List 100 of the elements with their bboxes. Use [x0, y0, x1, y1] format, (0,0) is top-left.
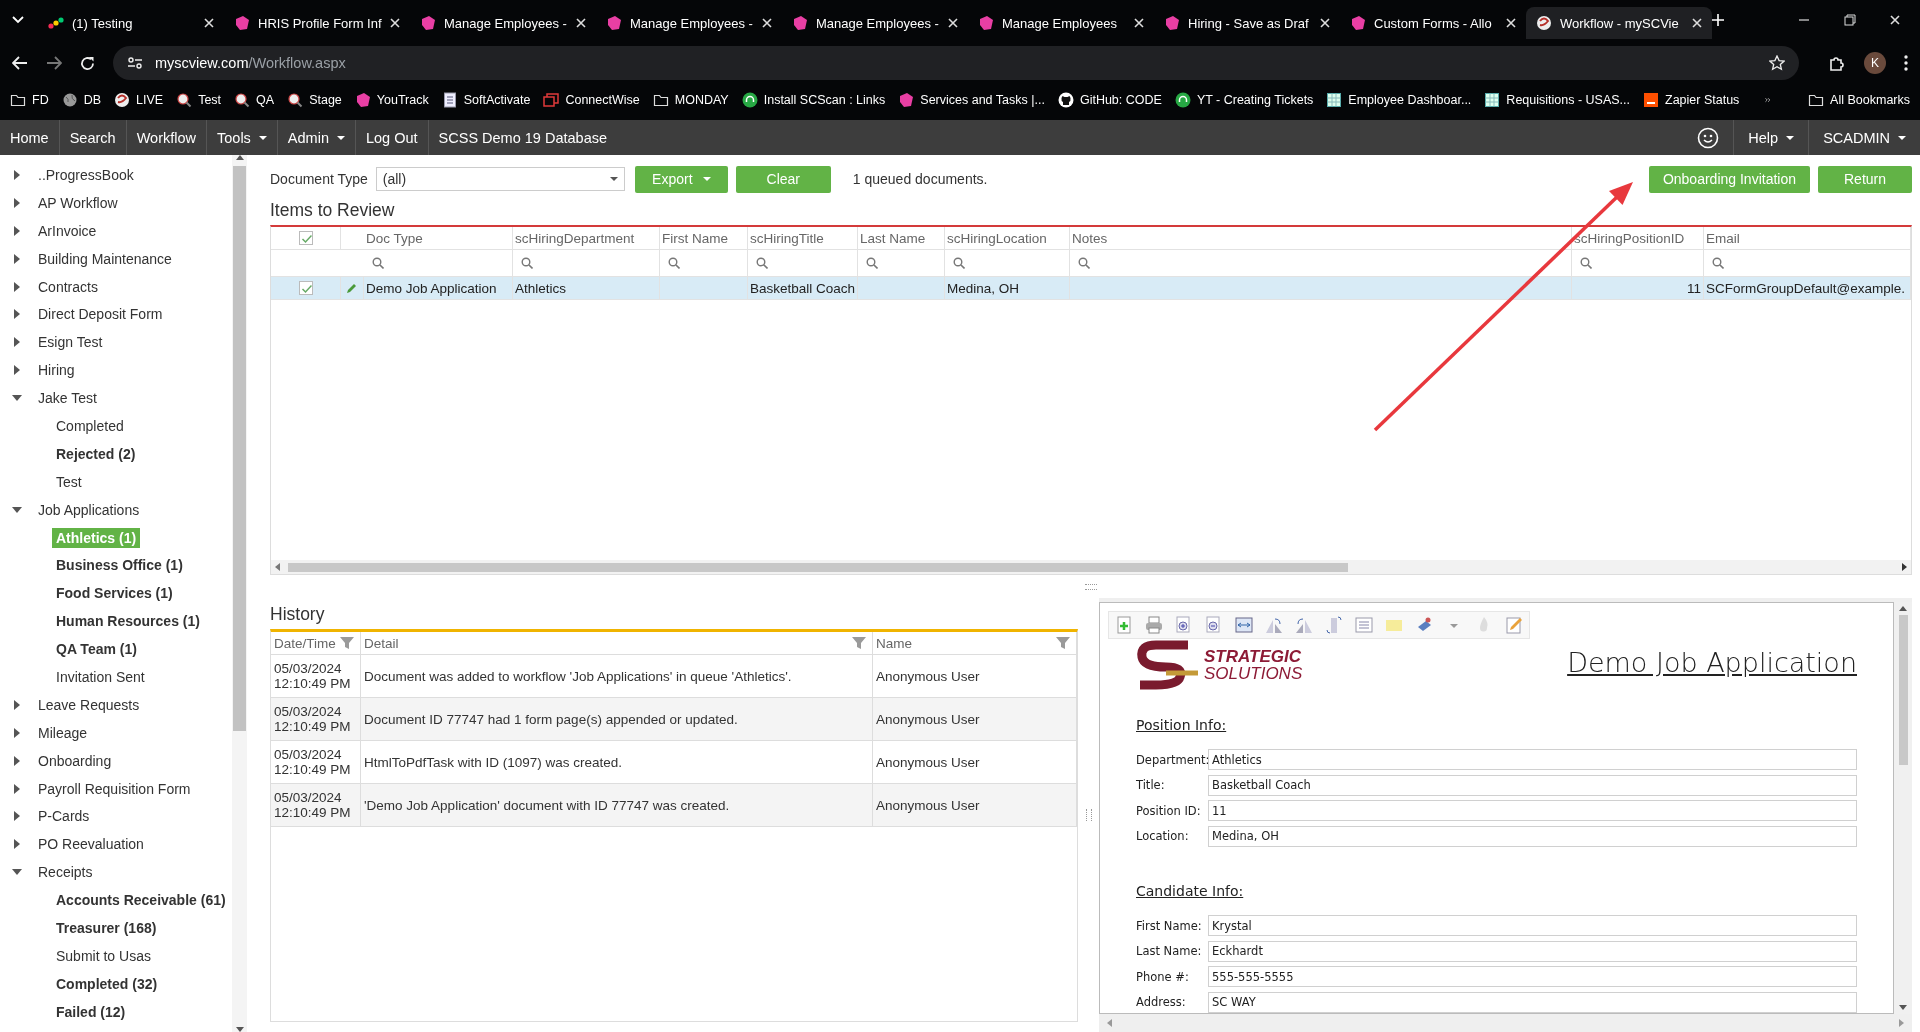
tree-item[interactable]: AP Workflow — [34, 192, 122, 213]
close-icon[interactable] — [390, 18, 400, 28]
bookmark[interactable]: Services and Tasks |... — [898, 91, 1045, 108]
tree-item[interactable]: Contracts — [34, 276, 102, 297]
collapsed-arrow-icon[interactable] — [14, 281, 20, 292]
address-bar[interactable]: myscview.com/Workflow.aspx — [113, 46, 1799, 80]
collapsed-arrow-icon[interactable] — [14, 253, 20, 264]
zoom-in-icon[interactable] — [1175, 616, 1193, 634]
tree-item[interactable]: PO Reevaluation — [34, 834, 148, 855]
bookmark[interactable]: Install SCScan : Links — [741, 91, 886, 108]
site-settings-icon[interactable] — [127, 56, 143, 70]
scrollbar[interactable] — [232, 155, 247, 1032]
tree-item[interactable]: Human Resources (1) — [52, 611, 204, 632]
collapsed-arrow-icon[interactable] — [14, 309, 20, 320]
scroll-right-icon[interactable] — [1902, 563, 1907, 571]
smiley-icon[interactable] — [1697, 126, 1720, 149]
tree-item[interactable]: ArInvoice — [34, 220, 101, 241]
column-header[interactable]: scHiringTitle — [750, 230, 824, 246]
tree-item[interactable]: Business Office (1) — [52, 555, 187, 576]
table-row[interactable]: Demo Job Application Athletics Basketball Coach Medina, OH 11 SCFormGroupDefault@example. — [271, 277, 1911, 300]
filter-icon[interactable] — [1056, 636, 1070, 650]
tree-item[interactable]: Direct Deposit Form — [34, 304, 167, 325]
checkbox[interactable] — [298, 281, 313, 295]
tree-item[interactable]: Treasurer (168) — [52, 918, 161, 938]
tree-item[interactable]: Job Applications — [34, 499, 144, 520]
tree-item[interactable]: Completed (32) — [52, 973, 162, 994]
close-icon[interactable] — [1320, 18, 1330, 28]
browser-tab[interactable]: HRIS Profile Form Inf — [224, 7, 410, 39]
tree-item[interactable]: Jake Test — [34, 388, 101, 409]
printer-icon[interactable] — [1145, 616, 1163, 634]
bookmark[interactable]: SoftActivate — [441, 91, 531, 108]
column-header[interactable]: First Name — [662, 230, 728, 246]
close-icon[interactable] — [576, 18, 586, 28]
chevron-down-icon[interactable] — [12, 16, 24, 24]
nav-menu-item[interactable]: Search — [59, 120, 127, 155]
browser-tab[interactable]: Hiring - Save as Draf — [1154, 7, 1340, 39]
collapsed-arrow-icon[interactable] — [14, 727, 20, 738]
splitter-handle[interactable] — [1085, 583, 1097, 590]
puzzle-icon[interactable] — [1829, 54, 1846, 72]
tree-item[interactable]: Invitation Sent — [52, 666, 149, 687]
column-header[interactable]: Date/Time — [274, 635, 336, 651]
nav-menu-item[interactable]: Workflow — [126, 120, 207, 155]
column-header[interactable]: Name — [876, 635, 912, 651]
column-header[interactable]: scHiringPositionID — [1574, 230, 1685, 246]
close-icon[interactable] — [1506, 18, 1516, 28]
filter-icon[interactable] — [852, 636, 866, 650]
horizontal-scrollbar[interactable] — [271, 560, 1911, 574]
browser-tab[interactable]: Workflow - mySCVie — [1526, 7, 1712, 39]
expanded-arrow-icon[interactable] — [12, 869, 22, 876]
bookmark[interactable]: Zapier Status — [1643, 91, 1740, 108]
tree-item[interactable]: Onboarding — [34, 750, 116, 771]
collapsed-arrow-icon[interactable] — [14, 839, 20, 850]
bookmark[interactable]: QA — [234, 91, 275, 108]
browser-tab[interactable]: Manage Employees - — [782, 7, 968, 39]
column-header[interactable]: Notes — [1072, 230, 1108, 246]
expanded-arrow-icon[interactable] — [12, 395, 22, 402]
collapsed-arrow-icon[interactable] — [14, 197, 20, 208]
tree-item[interactable]: Submit to Usas — [52, 945, 155, 966]
browser-tab[interactable]: Manage Employees - — [410, 7, 596, 39]
collapsed-arrow-icon[interactable] — [14, 169, 20, 180]
tree-item[interactable]: Rejected (2) — [52, 443, 140, 464]
column-header[interactable]: Last Name — [860, 230, 926, 246]
browser-tab[interactable]: (1) Testing — [38, 7, 224, 39]
tree-item[interactable]: Leave Requests — [34, 694, 144, 715]
tree-item[interactable]: Hiring — [34, 360, 79, 381]
window-close-icon[interactable] — [1890, 15, 1900, 25]
browser-tab[interactable]: Manage Employees - — [596, 7, 782, 39]
bookmark[interactable]: GitHub: CODE — [1057, 91, 1162, 108]
star-icon[interactable] — [1769, 55, 1785, 71]
collapsed-arrow-icon[interactable] — [14, 783, 20, 794]
tree-item[interactable]: Completed — [52, 415, 128, 436]
bookmark[interactable]: YT - Creating Tickets — [1174, 91, 1314, 108]
zoom-out-icon[interactable] — [1205, 616, 1223, 634]
tree-item[interactable]: Accounts Receivable (61) — [52, 890, 226, 911]
column-header[interactable]: scHiringLocation — [947, 230, 1047, 246]
filter-icon[interactable] — [340, 636, 354, 650]
scrollbar-thumb[interactable] — [288, 562, 1348, 572]
nav-menu-item[interactable]: Home — [0, 120, 60, 155]
tree-item[interactable]: Esign Test — [34, 332, 107, 353]
bookmark[interactable]: FD — [10, 91, 49, 108]
browser-tab[interactable]: Custom Forms - Allo — [1340, 7, 1526, 39]
tree-item[interactable]: Food Services (1) — [52, 583, 177, 604]
add-page-icon[interactable] — [1115, 616, 1133, 634]
pencil-icon[interactable] — [346, 282, 358, 294]
tree-item[interactable]: Mileage — [34, 722, 92, 743]
forward-icon[interactable] — [46, 56, 62, 70]
nav-menu-item[interactable]: Log Out — [355, 120, 429, 155]
tree-item[interactable]: Payroll Requisition Form — [34, 778, 195, 799]
tree-item[interactable]: QA Team (1) — [52, 639, 141, 660]
bookmark[interactable]: Employee Dashboar... — [1326, 91, 1472, 108]
checkbox[interactable] — [298, 231, 313, 245]
close-icon[interactable] — [204, 18, 214, 28]
new-tab-icon[interactable] — [1712, 14, 1724, 26]
tree-item[interactable]: P-Cards — [34, 806, 94, 827]
tree-item[interactable]: Test — [52, 471, 86, 492]
bookmark[interactable]: LIVE — [114, 91, 164, 108]
scrollbar-thumb[interactable] — [233, 166, 246, 731]
close-icon[interactable] — [1134, 18, 1144, 28]
collapsed-arrow-icon[interactable] — [14, 225, 20, 236]
nav-menu-item[interactable]: SCADMIN — [1808, 120, 1920, 155]
